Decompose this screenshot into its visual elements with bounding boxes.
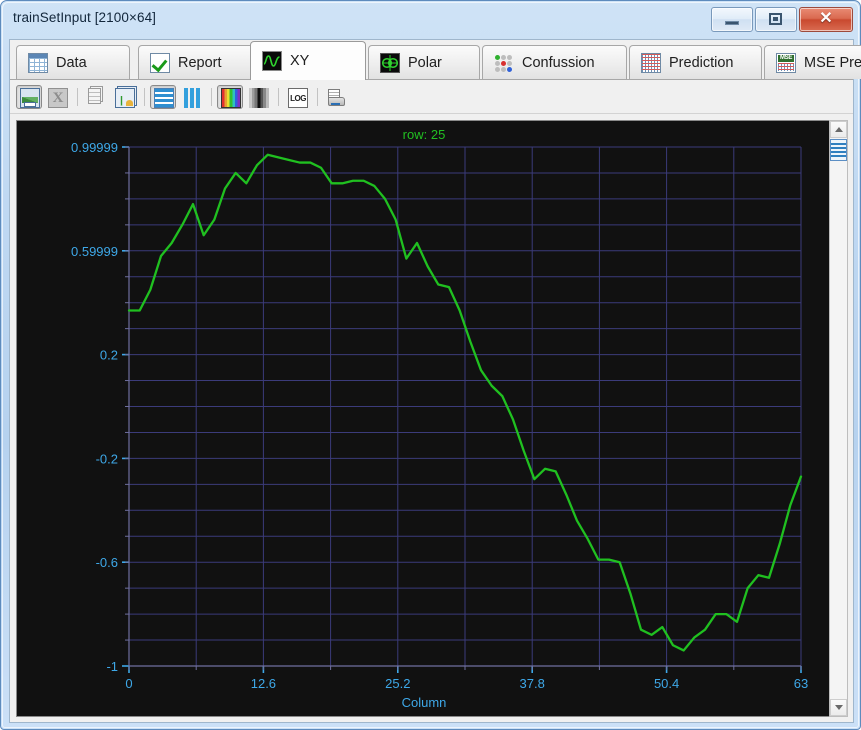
close-button[interactable]: ✕ — [799, 7, 853, 32]
columns-view-button[interactable] — [178, 85, 204, 109]
checkmark-icon — [150, 52, 170, 73]
tab-prediction-label: Prediction — [669, 54, 734, 71]
printer-paper-slot — [331, 102, 340, 105]
print-button[interactable] — [323, 85, 349, 109]
tab-polar-label: Polar — [408, 54, 442, 71]
toolbar-separator — [317, 87, 318, 106]
tab-xy[interactable]: XY — [250, 41, 366, 80]
client-area: Data Report XY Polar Confussion Predicti… — [9, 39, 861, 723]
row-scrollbar[interactable] — [829, 120, 848, 717]
rows-view-button[interactable] — [150, 84, 176, 109]
tab-report[interactable]: Report — [138, 45, 258, 79]
scroll-up-button[interactable] — [830, 121, 847, 138]
tab-data[interactable]: Data — [16, 45, 130, 79]
excel-icon: X — [48, 87, 68, 108]
grid-icon — [641, 52, 661, 73]
tab-polar[interactable]: Polar — [368, 45, 480, 79]
y-tick-label: 0.99999 — [71, 140, 118, 155]
y-tick-label: -1 — [106, 659, 118, 674]
mse-icon-caption: MSE — [778, 54, 794, 62]
waveform-icon — [262, 51, 282, 71]
y-tick-label: 0.59999 — [71, 244, 118, 259]
columns-icon — [182, 87, 202, 108]
tab-confussion[interactable]: Confussion — [482, 45, 627, 79]
dots-matrix-icon — [494, 53, 514, 73]
window-title: trainSetInput [2100×64] — [13, 10, 157, 25]
save-image-icon — [20, 87, 40, 108]
log-icon: LOG — [288, 87, 308, 108]
tab-data-label: Data — [56, 54, 87, 71]
toolbar-separator — [211, 87, 212, 106]
x-tick-label: 63 — [794, 676, 808, 691]
xy-plot-svg[interactable]: 0.99999 0.59999 0.2 -0.2 -0.6 -1 0 12.6 25.2 37.… — [17, 121, 832, 716]
mse-icon-grid — [778, 62, 794, 71]
save-image-button[interactable] — [16, 84, 42, 109]
y-tick-label: -0.2 — [96, 451, 118, 466]
x-tick-label: 12.6 — [251, 676, 276, 691]
scroll-down-button[interactable] — [830, 699, 847, 716]
copy-icon — [88, 87, 101, 104]
copy-image-icon — [115, 87, 135, 108]
toolbar-separator — [278, 87, 279, 106]
tab-strip: Data Report XY Polar Confussion Predicti… — [10, 40, 861, 80]
tab-report-label: Report — [178, 54, 222, 71]
copy-button[interactable] — [83, 85, 109, 109]
tab-xy-label: XY — [290, 53, 310, 69]
mse-grid-icon: MSE — [776, 52, 796, 73]
tab-mse-pred[interactable]: MSE MSE Pred — [764, 45, 861, 79]
printer-icon — [327, 88, 347, 108]
x-tick-label: 37.8 — [520, 676, 545, 691]
plot-gridlines — [128, 146, 802, 666]
close-icon: ✕ — [819, 10, 833, 27]
minimize-button[interactable] — [711, 7, 753, 32]
export-excel-button[interactable]: X — [44, 85, 70, 109]
x-tick-label: 0 — [125, 676, 132, 691]
chevron-up-icon — [835, 127, 843, 132]
gray-bars-icon — [249, 87, 269, 108]
polar-icon — [380, 52, 400, 73]
log-scale-button[interactable]: LOG — [284, 85, 310, 109]
application-window: trainSetInput [2100×64] ✕ Data Report XY… — [0, 0, 861, 730]
plot-background — [17, 121, 832, 716]
minimize-icon — [725, 21, 739, 25]
title-bar: trainSetInput [2100×64] ✕ — [3, 3, 858, 35]
x-tick-label: 25.2 — [385, 676, 410, 691]
copy-image-button[interactable] — [111, 85, 137, 109]
scrollbar-thumb[interactable] — [830, 139, 847, 161]
plot-title: row: 25 — [403, 127, 446, 142]
color-bars-icon — [221, 87, 241, 108]
toolbar-separator — [144, 87, 145, 106]
x-tick-label: 50.4 — [654, 676, 679, 691]
toolbar-separator — [77, 87, 78, 106]
tab-prediction[interactable]: Prediction — [629, 45, 762, 79]
toolbar: X LOG — [10, 80, 853, 114]
table-icon — [28, 52, 48, 73]
y-tick-label: -0.6 — [96, 555, 118, 570]
tab-confussion-label: Confussion — [522, 54, 595, 71]
xy-plot-panel[interactable]: 0.99999 0.59999 0.2 -0.2 -0.6 -1 0 12.6 25.2 37.… — [16, 120, 833, 717]
maximize-icon — [769, 13, 782, 25]
color-map-button[interactable] — [217, 84, 243, 109]
window-controls: ✕ — [711, 7, 853, 32]
tab-mse-pred-label: MSE Pred — [804, 54, 861, 71]
x-axis-label: Column — [402, 695, 447, 710]
maximize-button[interactable] — [755, 7, 797, 32]
y-tick-label: 0.2 — [100, 348, 118, 363]
rows-icon — [154, 87, 174, 108]
chevron-down-icon — [835, 705, 843, 710]
gray-map-button[interactable] — [245, 85, 271, 109]
